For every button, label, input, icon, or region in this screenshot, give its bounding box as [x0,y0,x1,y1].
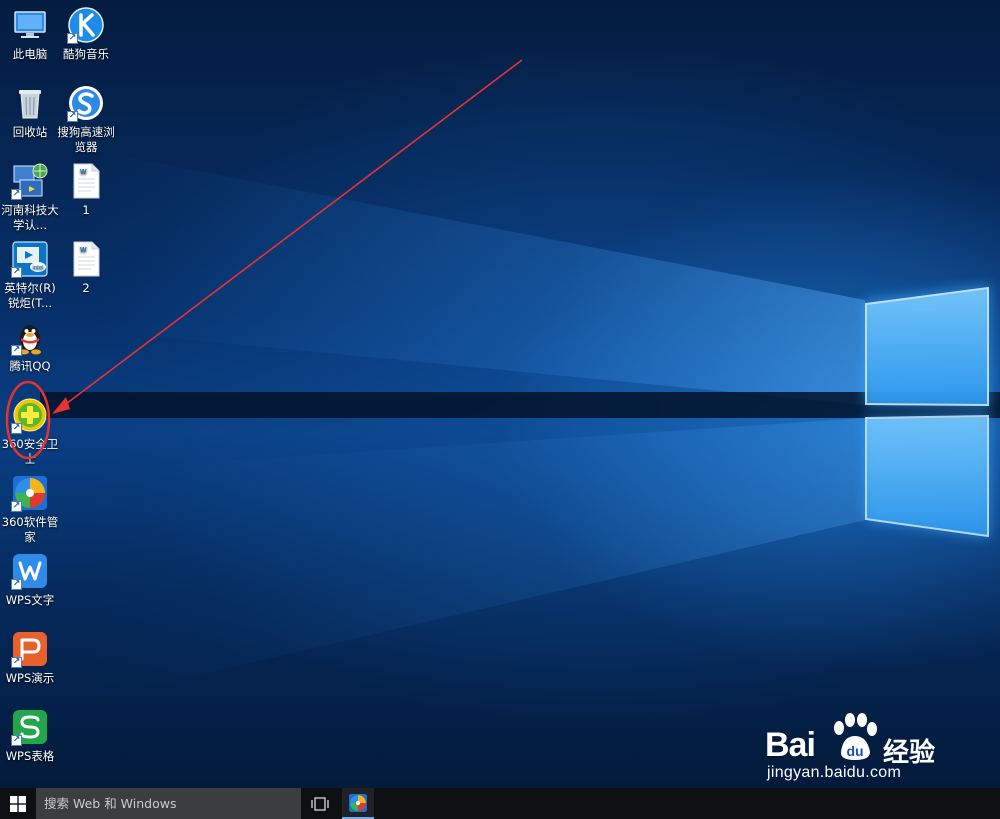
svg-text:W: W [80,247,87,254]
recycle-bin-icon [11,84,49,122]
shortcut-arrow-icon: ↗ [11,423,22,434]
svg-text:du: du [846,743,863,759]
desktop-icon-label: WPS表格 [5,749,55,763]
desktop-icon-doc-2[interactable]: W 2 [56,240,116,296]
shortcut-arrow-icon: ↗ [67,33,78,44]
windows-start-icon [10,795,26,812]
360-soft-manager-icon: ↗ [11,474,49,512]
desktop-icon-tencent-qq[interactable]: ↗ 腾讯QQ [0,318,60,374]
intel-graphics-icon: intel ↗ [11,240,49,278]
sogou-browser-icon: ↗ [67,84,105,122]
desktop-icon-intel-rapid[interactable]: intel ↗ 英特尔(R) 锐炬(T... [0,240,60,311]
shortcut-arrow-icon: ↗ [11,267,22,278]
word-document-icon: W [67,162,105,200]
desktop-icon-wps-spreadsheet[interactable]: ↗ WPS表格 [0,708,60,764]
svg-text:intel: intel [32,266,43,272]
desktop-icon-sogou-browser[interactable]: ↗ 搜狗高速浏览器 [56,84,116,155]
desktop-icon-360-soft[interactable]: ↗ 360软件管家 [0,474,60,545]
qq-penguin-icon: ↗ [11,318,49,356]
desktop-icon-label: 此电脑 [12,47,48,61]
shortcut-arrow-icon: ↗ [11,501,22,512]
watermark-url: jingyan.baidu.com [767,764,902,781]
desktop-icon-henan-univ-auth[interactable]: ↗ 河南科技大学认... [0,162,60,233]
desktop-wallpaper [0,0,1000,788]
desktop-icon-label: 1 [82,203,90,217]
desktop-icon-recycle-bin[interactable]: 回收站 [0,84,60,140]
kugou-k-icon: ↗ [67,6,105,44]
wps-writer-icon: ↗ [11,552,49,590]
desktop-icon-wps-presentation[interactable]: ↗ WPS演示 [0,630,60,686]
desktop-icon-label: 河南科技大学认... [1,203,59,232]
shortcut-arrow-icon: ↗ [11,579,22,590]
svg-text:W: W [80,169,87,176]
word-document-icon: W [67,240,105,278]
shortcut-arrow-icon: ↗ [11,345,22,356]
desktop-icon-label: 回收站 [12,125,48,139]
wallpaper-graphic [40,150,1000,700]
shortcut-arrow-icon: ↗ [11,735,22,746]
desktop-icon-label: 2 [82,281,90,295]
360-safe-shield-icon: ↗ [11,396,49,434]
task-view-icon [311,796,329,811]
baidu-jingyan-watermark: Bai du 经验 jingyan.baidu.com [765,712,965,782]
wps-spreadsheet-icon: ↗ [11,708,49,746]
desktop-icon-doc-1[interactable]: W 1 [56,162,116,218]
desktop-icon-label: 360软件管家 [1,515,59,544]
shortcut-arrow-icon: ↗ [67,111,78,122]
desktop-icon-label: WPS文字 [5,593,55,607]
baidu-paw-icon: du [834,713,877,760]
computer-icon [11,6,49,44]
desktop-icon-wps-writer[interactable]: ↗ WPS文字 [0,552,60,608]
taskbar-app-360-soft[interactable] [342,788,374,819]
shortcut-arrow-icon: ↗ [11,657,22,668]
search-placeholder: 搜索 Web 和 Windows [44,796,177,811]
desktop-icon-label: 酷狗音乐 [63,47,109,61]
desktop-icon-this-pc[interactable]: 此电脑 [0,6,60,62]
desktop-icon-label: 腾讯QQ [9,359,51,373]
wps-presentation-icon: ↗ [11,630,49,668]
desktop-icon-label: 搜狗高速浏览器 [57,125,115,154]
taskbar-search-box[interactable]: 搜索 Web 和 Windows [36,788,301,819]
desktop-icon-label: 英特尔(R) 锐炬(T... [4,281,56,310]
desktop-icon-kugou-music[interactable]: ↗ 酷狗音乐 [56,6,116,62]
taskbar: 搜索 Web 和 Windows [0,788,1000,819]
start-button[interactable] [0,788,36,819]
shortcut-arrow-icon: ↗ [11,189,22,200]
desktop-icon-label: 360安全卫士 [1,437,59,466]
network-globe-icon: ↗ [11,162,49,200]
360-soft-icon [349,793,367,812]
watermark-brand: Bai [765,726,816,764]
task-view-button[interactable] [306,788,334,819]
desktop-icon-360-safe[interactable]: ↗ 360安全卫士 [0,396,60,467]
desktop-icon-label: WPS演示 [5,671,55,685]
